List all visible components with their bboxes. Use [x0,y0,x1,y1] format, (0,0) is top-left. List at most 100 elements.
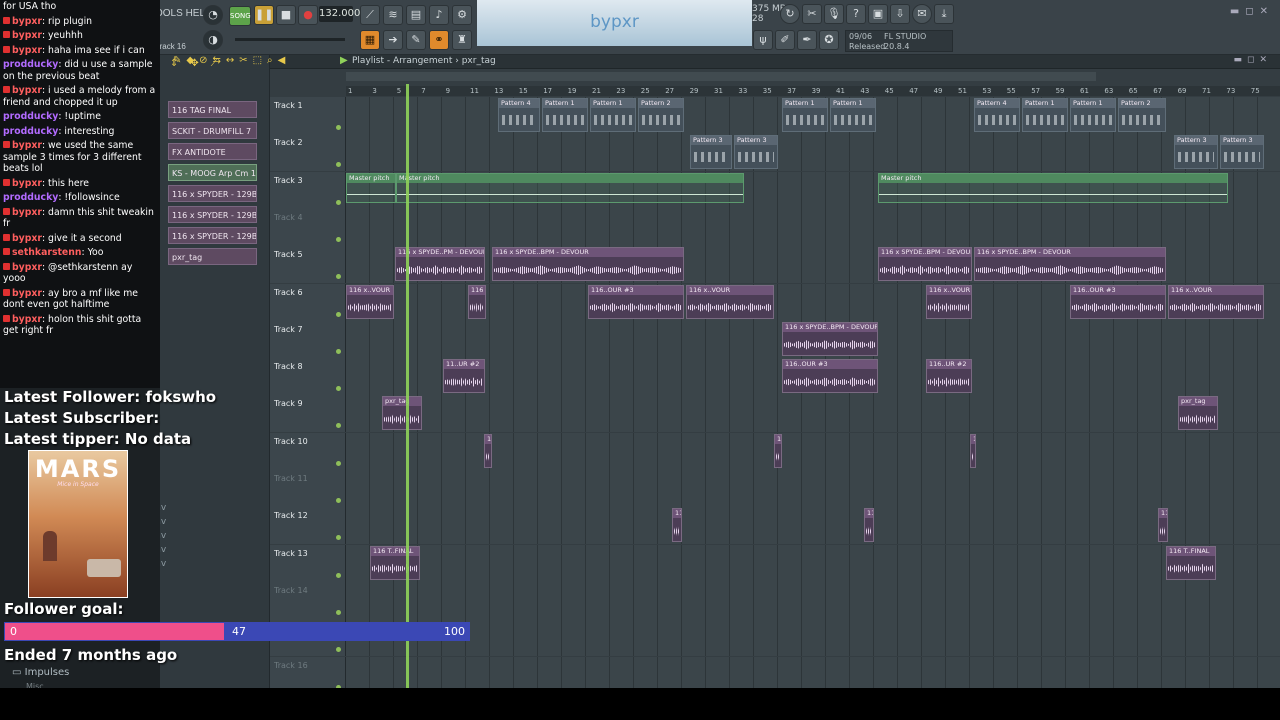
pitch-knob-icon[interactable]: ◑ [203,30,223,50]
metronome-icon[interactable]: ♜ [452,30,472,50]
track-label[interactable]: Track 10 [270,432,346,470]
channel-item[interactable]: FX ANTIDOTE [168,143,257,160]
stop-button[interactable]: ■ [276,5,296,25]
track-mute-led-icon[interactable] [336,572,341,578]
channel-item[interactable]: 116 x SPYDER - 129B... [168,185,257,202]
track-label[interactable]: Track 12 [270,507,346,545]
track-label[interactable]: Track 8 [270,358,346,396]
pattern-clip[interactable]: Pattern 4 [974,98,1020,132]
track-label[interactable]: Track 2 [270,134,346,172]
chat-icon[interactable]: ✉ [912,4,932,24]
track-lane[interactable] [346,619,1280,657]
track-label[interactable]: Track 11 [270,470,346,507]
audio-clip[interactable]: 116 x SPYDE..BPM - DEVOUR [878,247,972,282]
pattern-snap-icon[interactable]: ⟋ [360,5,380,25]
track-label[interactable]: Track 13 [270,544,346,582]
pattern-clip[interactable]: Pattern 3 [1220,135,1264,170]
track-mute-led-icon[interactable] [336,311,341,317]
chat-username[interactable]: bypxr [12,45,42,56]
pattern-clip[interactable]: Pattern 3 [1174,135,1218,170]
track-label[interactable]: Track 5 [270,246,346,284]
chat-username[interactable]: bypxr [12,85,42,96]
track-label[interactable]: Track 14 [270,581,346,619]
chat-username[interactable]: bypxr [12,314,42,325]
chat-username[interactable]: prodducky [3,111,58,122]
arrow-forward-icon[interactable]: ➔ [383,30,403,50]
chat-username[interactable]: bypxr [12,288,42,299]
audio-clip[interactable]: 116..UR #2 [926,359,972,394]
chat-username[interactable]: bypxr [12,207,42,218]
audio-clip[interactable]: 116 x..VOUR [672,508,682,543]
pattern-clip[interactable]: Pattern 1 [542,98,588,132]
pattern-clip[interactable]: Pattern 1 [1022,98,1068,132]
track-mute-led-icon[interactable] [336,498,341,503]
pattern-clip[interactable]: Pattern 1 [830,98,876,132]
playhead[interactable] [406,84,409,688]
play-arrow-icon[interactable]: ▶ [340,55,348,66]
audio-clip[interactable]: 116 x..VOUR [1158,508,1168,543]
channel-item[interactable]: 116 x SPYDER - 129B... [168,206,257,223]
pattern-clip[interactable]: Pattern 3 [734,135,778,170]
channel-item[interactable]: SCKIT - DRUMFILL 7 [168,122,257,139]
audio-clip[interactable]: 116 x..VOUR [1168,284,1264,319]
playlist-pattern[interactable]: pxr_tag [462,56,496,66]
pattern-clip[interactable]: Pattern 2 [1118,98,1166,132]
channel-item[interactable]: 116 TAG FINAL [168,101,257,118]
track-mute-led-icon[interactable] [336,423,341,429]
track-mute-led-icon[interactable] [336,609,341,615]
audio-clip[interactable]: 116 x SPYDE..BPM - DEVOUR [492,247,684,282]
audio-clip[interactable]: 116 x..VOUR [970,433,976,468]
channel-item[interactable]: 116 x SPYDER - 129B... [168,227,257,244]
track-mute-led-icon[interactable] [336,125,341,130]
audio-clip[interactable]: 11..UR #2 [443,359,485,394]
automation-clip[interactable]: Master pitch [396,172,744,203]
track-lane[interactable] [346,208,1280,246]
pattern-clip[interactable]: Pattern 4 [498,98,540,132]
render-icon[interactable]: ⇩ [890,4,910,24]
microphone-icon[interactable]: 🎙 [824,4,844,24]
feedback-icon[interactable]: ✪ [819,30,839,50]
typing-keyboard-icon[interactable]: ▦ [360,30,380,50]
pen-icon[interactable]: ✒ [797,30,817,50]
track-mute-led-icon[interactable] [336,348,341,354]
track-mute-led-icon[interactable] [336,236,341,242]
track-mute-led-icon[interactable] [336,647,341,653]
track-lane[interactable]: 116 T..FINAL 116 T..FINAL [346,544,1280,582]
chat-username[interactable]: sethkarstenn [12,247,81,258]
channel-item[interactable]: KS - MOOG Arp Cm 134 [168,164,257,181]
track-lane[interactable]: pxr_tag pxr_tag [346,395,1280,433]
track-lane[interactable]: 116 x..VOUR 116 x..VOUR 116..OUR #3 116 x..… [346,283,1280,321]
record-button[interactable]: ● [298,5,318,25]
audio-clip[interactable]: 116..OUR #3 [588,284,684,319]
audio-clip[interactable]: pxr_tag [382,396,422,431]
master-slider[interactable] [235,38,345,41]
download-icon[interactable]: ⤓ [934,4,954,24]
audio-clip[interactable]: 116 x..VOUR [484,433,492,468]
chat-username[interactable]: bypxr [12,178,42,189]
audio-clip[interactable]: 116 T..FINAL [1166,545,1216,580]
automation-clip[interactable]: Master pitch [346,172,396,203]
track-label[interactable]: Track 3 [270,171,346,209]
fl-news-panel[interactable]: 09/06 FL STUDIO 20.8.4 Released [845,30,953,52]
track-lane[interactable]: 116 x..VOUR 116 x..VOUR 116 x..VOUR [346,507,1280,545]
track-mute-led-icon[interactable] [336,199,341,205]
audio-clip[interactable]: 116 x..VOUR [468,284,486,319]
track-label[interactable]: Track 6 [270,283,346,321]
chat-username[interactable]: bypxr [12,262,42,273]
track-label[interactable]: Track 7 [270,320,346,358]
chat-username[interactable]: bypxr [12,140,42,151]
track-mute-led-icon[interactable] [336,162,341,168]
pattern-clip[interactable]: Pattern 2 [638,98,684,132]
audio-clip[interactable]: 116..OUR #3 [1070,284,1166,319]
play-button[interactable]: ❚❚ [254,5,274,25]
track-mute-led-icon[interactable] [336,460,341,466]
playlist-tools-icon[interactable]: ✎◆⊘⇆↔✂⬚⌕◀ [173,55,353,69]
audio-clip[interactable]: 116..OUR #3 [782,359,878,394]
channel-rack-icon[interactable]: ▤ [406,5,426,25]
pattern-clip[interactable]: Pattern 1 [782,98,828,132]
chat-username[interactable]: bypxr [12,233,42,244]
track-label[interactable]: Track 1 [270,97,346,134]
audio-clip[interactable]: 116 x SPYDE..BPM - DEVOUR [974,247,1166,282]
track-lane[interactable] [346,470,1280,507]
chat-username[interactable]: prodducky [3,192,58,203]
